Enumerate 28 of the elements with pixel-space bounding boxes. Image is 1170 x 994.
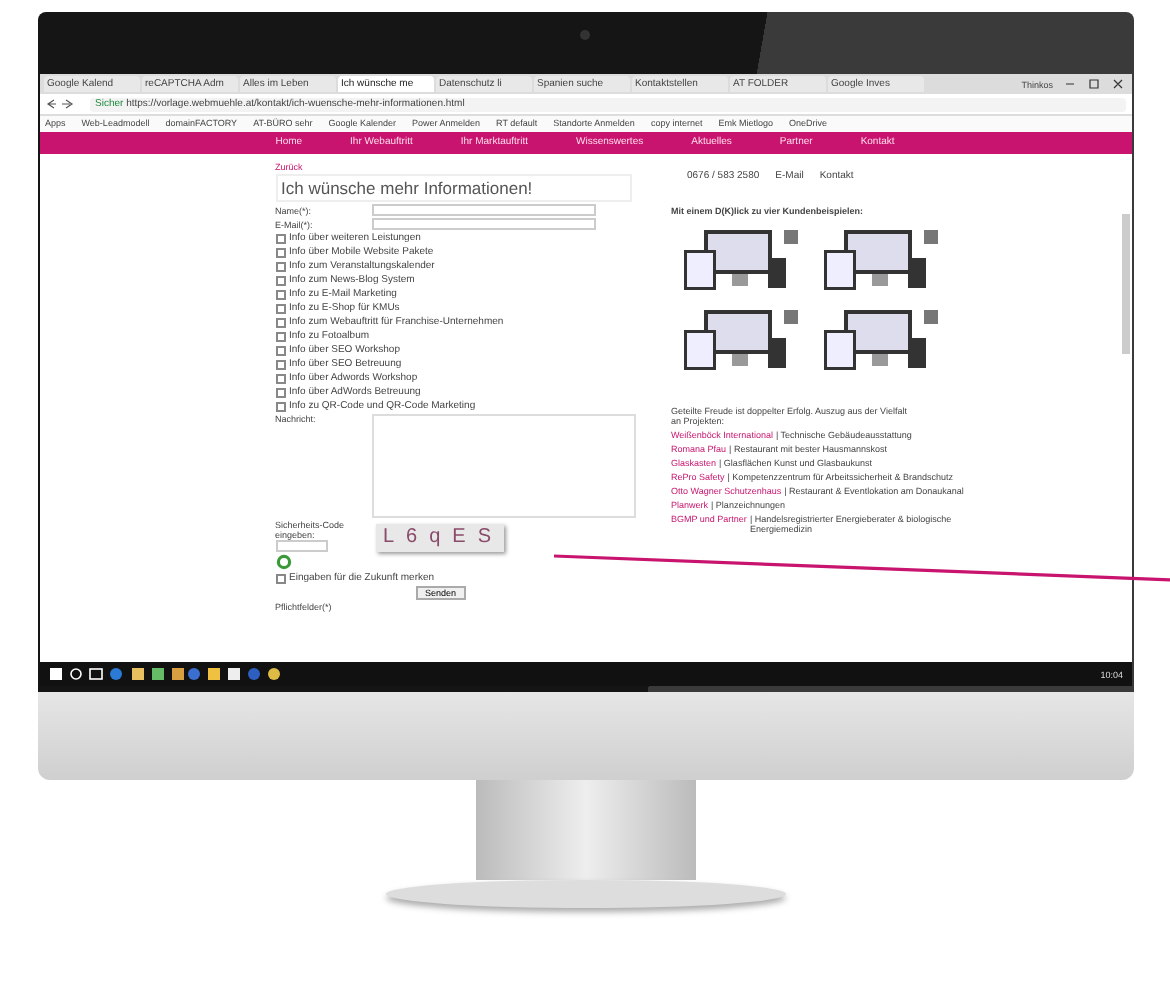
scrollbar[interactable]	[1121, 214, 1129, 354]
refresh-icon[interactable]	[275, 554, 291, 570]
input-field[interactable]	[371, 204, 595, 216]
checkbox[interactable]	[275, 247, 285, 257]
checkbox[interactable]	[275, 303, 285, 313]
message-field[interactable]	[371, 414, 635, 518]
checkbox[interactable]	[275, 261, 285, 271]
camera-icon	[580, 30, 590, 40]
checkbox[interactable]	[275, 331, 285, 341]
devices-mockup-drawing[interactable]	[679, 306, 799, 374]
devices-mockup-drawing[interactable]	[819, 226, 939, 294]
captcha-field[interactable]	[275, 540, 327, 552]
checkbox[interactable]	[275, 233, 285, 243]
checkbox[interactable]	[275, 275, 285, 285]
page-heading: Ich wünsche mehr Informationen!	[275, 174, 631, 202]
checkbox[interactable]	[275, 359, 285, 369]
checkbox[interactable]	[275, 401, 285, 411]
checkbox[interactable]	[275, 573, 285, 583]
checkbox[interactable]	[275, 345, 285, 355]
checkbox[interactable]	[275, 289, 285, 299]
checkbox[interactable]	[275, 317, 285, 327]
checkbox[interactable]	[275, 373, 285, 383]
window-controls-icon[interactable]	[1063, 78, 1123, 90]
checkbox[interactable]	[275, 387, 285, 397]
input-field[interactable]	[371, 218, 595, 230]
captcha-image: L6qES	[375, 524, 503, 552]
devices-mockup-drawing[interactable]	[679, 226, 799, 294]
devices-mockup-drawing[interactable]	[819, 306, 939, 374]
